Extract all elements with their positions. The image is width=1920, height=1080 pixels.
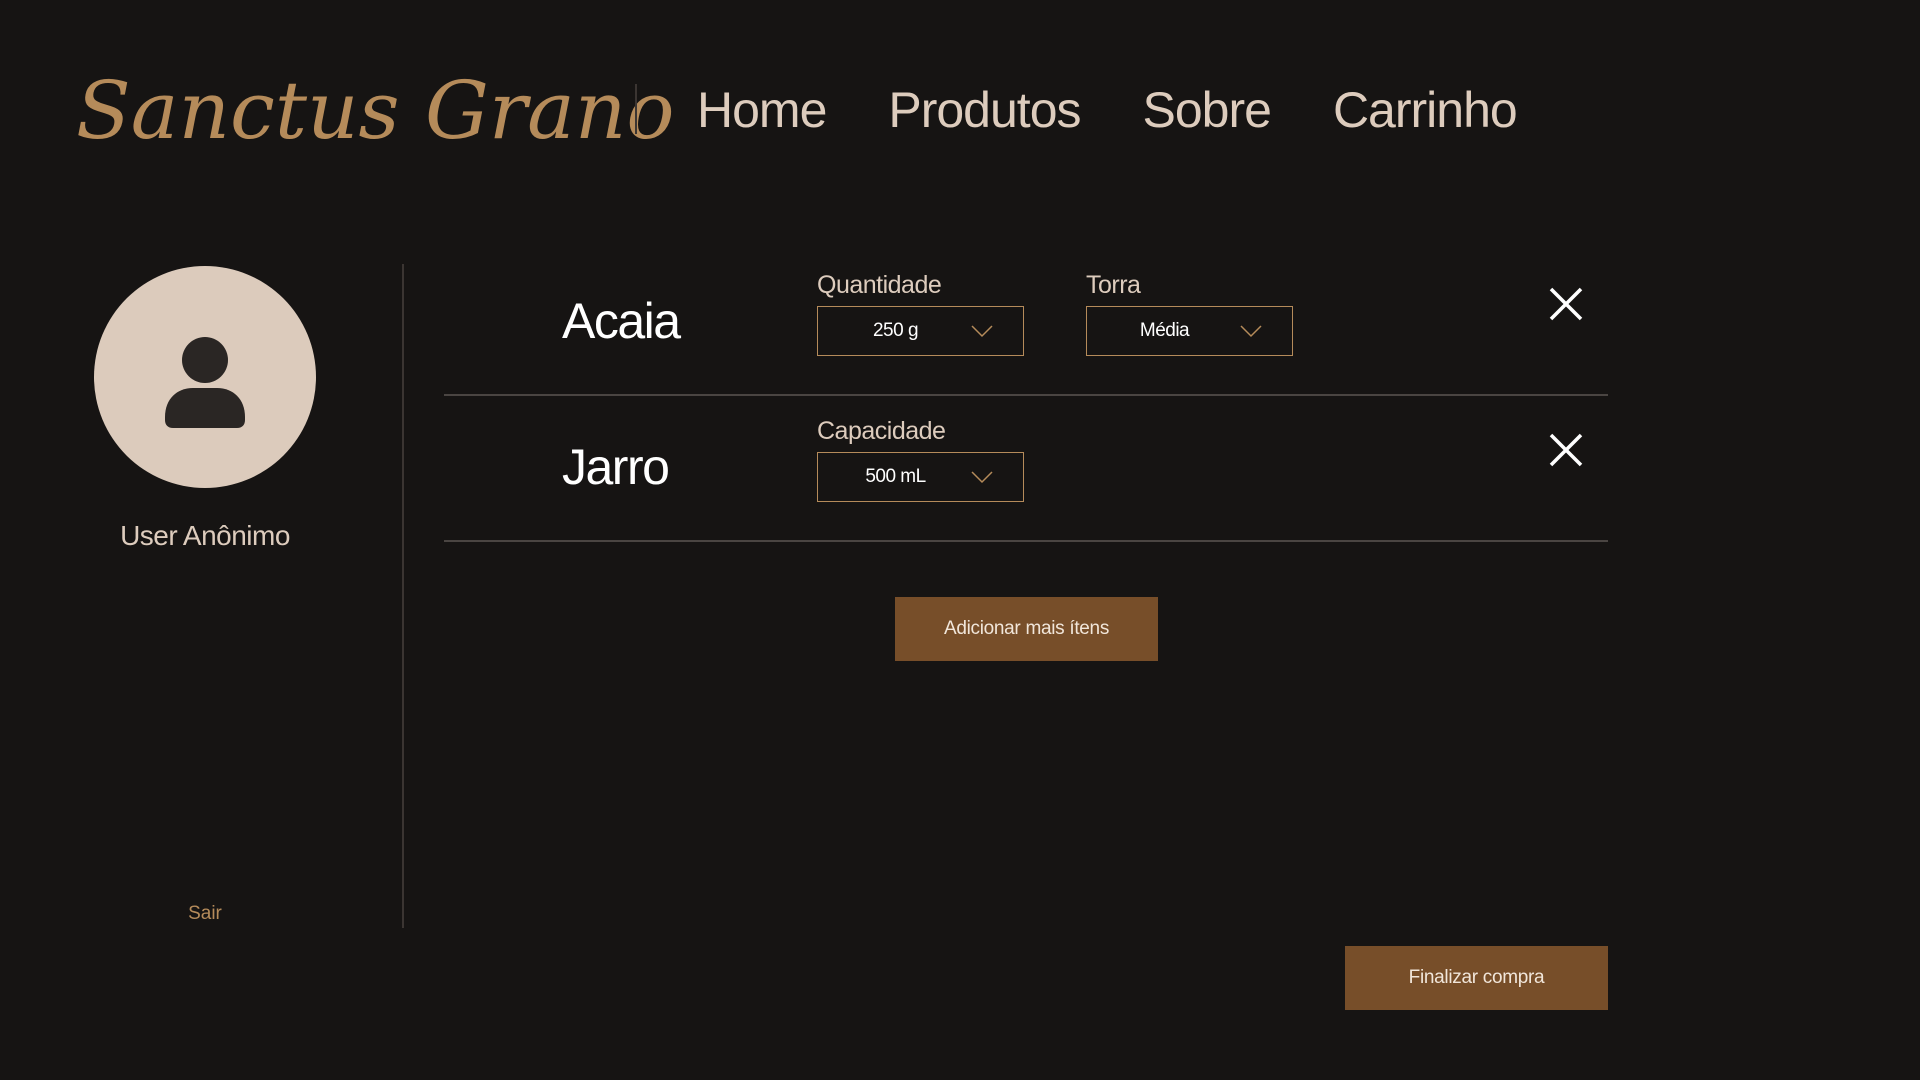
main-nav: Home Produtos Sobre Carrinho <box>697 80 1579 140</box>
logout-link[interactable]: Sair <box>155 903 255 925</box>
quantity-label: Quantidade <box>817 271 942 299</box>
chevron-down-icon <box>1240 325 1262 338</box>
capacity-field: Capacidade 500 mL <box>817 414 1024 502</box>
avatar <box>94 266 316 488</box>
close-icon[interactable] <box>1548 286 1584 322</box>
quantity-field: Quantidade 250 g <box>817 268 1024 356</box>
roast-field: Torra Média <box>1086 268 1293 356</box>
nav-cart[interactable]: Carrinho <box>1333 81 1518 139</box>
cart-page: Sanctus Grano Home Produtos Sobre Carrin… <box>0 0 1920 1080</box>
user-icon <box>165 337 245 428</box>
capacity-select[interactable]: 500 mL <box>817 452 1024 502</box>
roast-label: Torra <box>1086 271 1141 299</box>
nav-about[interactable]: Sobre <box>1143 81 1272 139</box>
checkout-button[interactable]: Finalizar compra <box>1345 946 1608 1010</box>
cart-item-acaia: Acaia Quantidade 250 g Torra Média <box>444 248 1608 396</box>
cart-item-jarro: Jarro Capacidade 500 mL <box>444 394 1608 542</box>
sidebar-divider <box>402 264 404 928</box>
close-icon[interactable] <box>1548 432 1584 468</box>
quantity-value: 250 g <box>872 320 919 341</box>
capacity-label: Capacidade <box>817 417 946 445</box>
add-more-items-button[interactable]: Adicionar mais ítens <box>895 597 1158 661</box>
nav-products[interactable]: Produtos <box>888 81 1081 139</box>
item-name: Jarro <box>562 439 670 495</box>
capacity-value: 500 mL <box>865 466 926 487</box>
item-name: Acaia <box>562 293 681 349</box>
chevron-down-icon <box>971 471 993 484</box>
roast-select[interactable]: Média <box>1086 306 1293 356</box>
roast-value: Média <box>1139 320 1190 341</box>
user-name: User Anônimo <box>120 520 290 551</box>
chevron-down-icon <box>971 325 993 338</box>
header-divider <box>635 84 637 134</box>
quantity-select[interactable]: 250 g <box>817 306 1024 356</box>
nav-home[interactable]: Home <box>697 81 827 139</box>
brand-logo[interactable]: Sanctus Grano <box>76 56 675 166</box>
